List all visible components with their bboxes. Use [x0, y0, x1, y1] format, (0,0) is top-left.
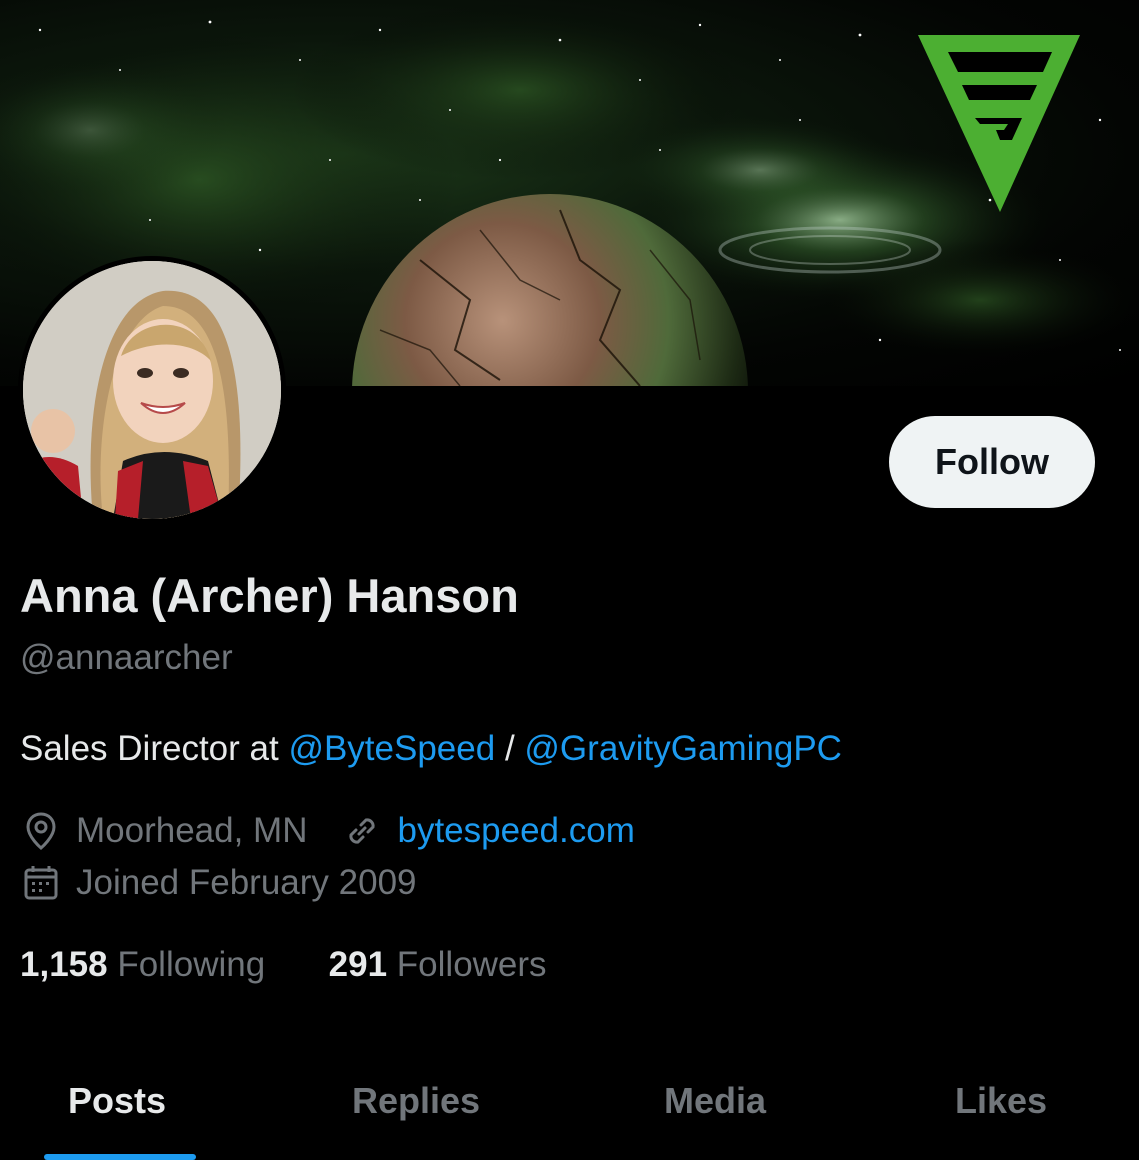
- bio-separator: /: [495, 729, 525, 768]
- user-handle: @annaarcher: [20, 638, 233, 677]
- bio-mention-bytespeed[interactable]: @ByteSpeed: [288, 729, 495, 768]
- tab-replies[interactable]: Replies: [352, 1080, 480, 1122]
- website-link[interactable]: bytespeed.com: [397, 811, 634, 851]
- profile-joined-row: Joined February 2009: [20, 862, 417, 904]
- profile-avatar[interactable]: [18, 256, 286, 524]
- joined-text: Joined February 2009: [76, 863, 417, 902]
- following-count: 1,158: [20, 945, 108, 984]
- calendar-icon: [20, 862, 62, 904]
- profile-tabs: Posts Replies Media Likes: [0, 1060, 1139, 1160]
- bio-mention-gravitygamingpc[interactable]: @GravityGamingPC: [524, 729, 842, 768]
- link-icon: [341, 810, 383, 852]
- tab-likes[interactable]: Likes: [955, 1080, 1047, 1122]
- tab-posts[interactable]: Posts: [68, 1080, 166, 1122]
- location-pin-icon: [20, 810, 62, 852]
- avatar-photo: [23, 261, 281, 519]
- following-stat[interactable]: 1,158 Following: [20, 945, 265, 985]
- tab-media[interactable]: Media: [664, 1080, 766, 1122]
- profile-meta-row: Moorhead, MN bytespeed.com: [20, 810, 635, 852]
- following-label: Following: [117, 945, 266, 984]
- profile-stats: 1,158 Following 291 Followers: [20, 945, 547, 985]
- active-tab-indicator: [44, 1154, 196, 1160]
- display-name: Anna (Archer) Hanson: [20, 569, 519, 622]
- profile-bio: Sales Director at @ByteSpeed / @GravityG…: [20, 729, 842, 769]
- location-text: Moorhead, MN: [76, 811, 308, 850]
- followers-count: 291: [328, 945, 388, 984]
- bio-text: Sales Director at: [20, 729, 289, 768]
- followers-stat[interactable]: 291 Followers: [329, 945, 547, 985]
- follow-button[interactable]: Follow: [889, 416, 1095, 508]
- followers-label: Followers: [396, 945, 547, 984]
